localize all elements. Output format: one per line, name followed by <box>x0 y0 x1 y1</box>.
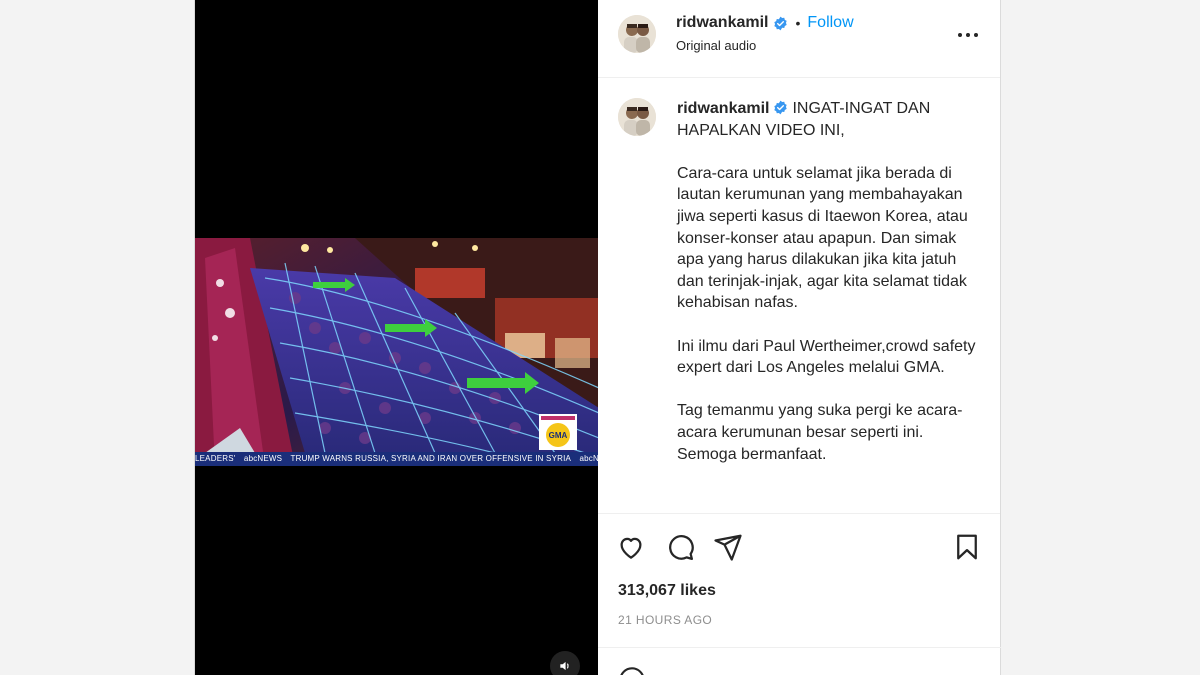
avatar[interactable] <box>618 98 656 136</box>
post-media[interactable]: GMA LEADERS' abcNEWS TRUMP WARNS RUSSIA,… <box>195 0 598 675</box>
like-button[interactable] <box>616 532 646 562</box>
caption-paragraph: Tag temanmu yang suka pergi ke acara-aca… <box>677 402 963 463</box>
ticker-item: abcNEWS <box>243 454 283 463</box>
video-frame[interactable]: GMA LEADERS' abcNEWS TRUMP WARNS RUSSIA,… <box>195 238 598 466</box>
instagram-post: GMA LEADERS' abcNEWS TRUMP WARNS RUSSIA,… <box>194 0 1001 675</box>
share-button[interactable] <box>713 532 743 562</box>
speaker-icon <box>560 661 569 671</box>
caption-text: ridwankamil INGAT-INGAT DAN HAPALKAN VID… <box>677 98 977 487</box>
caption-paragraph: Cara-cara untuk selamat jika berada di l… <box>677 164 968 312</box>
comment-bubble-icon <box>669 535 694 560</box>
verified-badge-icon <box>774 16 788 30</box>
post-details: ridwankamil • Follow Original audio ridw… <box>598 0 1001 675</box>
likes-count[interactable]: 313,067 likes <box>618 582 716 600</box>
verified-badge-icon <box>774 100 788 115</box>
comment-input-bar[interactable] <box>598 647 1001 675</box>
ticker-item: LEADERS' <box>195 454 236 463</box>
bookmark-icon <box>957 534 977 560</box>
comment-button[interactable] <box>665 532 695 562</box>
emoji-icon[interactable] <box>618 666 646 675</box>
post-header: ridwankamil • Follow Original audio <box>598 0 1000 78</box>
separator-dot: • <box>795 15 801 31</box>
save-button[interactable] <box>952 532 982 562</box>
gma-logo-icon: GMA <box>539 414 577 450</box>
username[interactable]: ridwankamil <box>676 14 768 32</box>
heart-icon <box>620 537 642 559</box>
ticker-item: abcNEWS <box>579 454 599 463</box>
action-bar <box>598 514 1000 578</box>
username[interactable]: ridwankamil <box>677 100 769 117</box>
paper-plane-icon <box>714 534 742 561</box>
audio-label[interactable]: Original audio <box>676 38 854 53</box>
avatar[interactable] <box>618 15 656 53</box>
gma-badge-text: GMA <box>549 431 568 440</box>
more-options-icon[interactable] <box>956 28 980 42</box>
ticker-item: TRUMP WARNS RUSSIA, SYRIA AND IRAN OVER … <box>290 454 572 463</box>
follow-button[interactable]: Follow <box>807 14 853 32</box>
crowd-video-still <box>195 238 598 466</box>
caption-area: ridwankamil INGAT-INGAT DAN HAPALKAN VID… <box>598 78 1000 514</box>
post-timestamp[interactable]: 21 HOURS AGO <box>618 613 712 627</box>
caption-paragraph: Ini ilmu dari Paul Wertheimer,crowd safe… <box>677 337 976 377</box>
news-ticker: LEADERS' abcNEWS TRUMP WARNS RUSSIA, SYR… <box>195 452 598 466</box>
audio-toggle-button[interactable] <box>550 651 580 675</box>
